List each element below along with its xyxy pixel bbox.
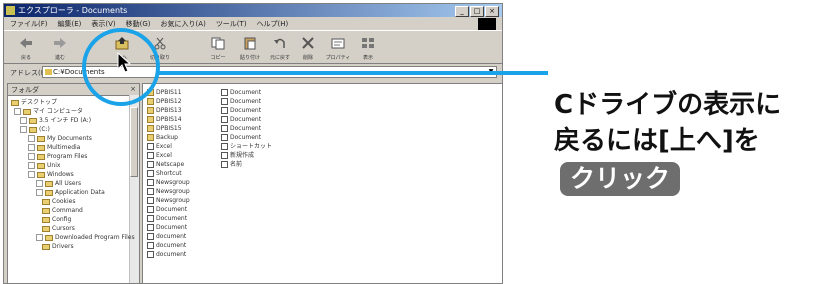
list-item[interactable]: Document xyxy=(221,97,261,106)
tree-item[interactable]: Windows xyxy=(28,170,74,179)
tree-item[interactable]: Application Data xyxy=(36,188,105,197)
list-item[interactable]: Excel xyxy=(147,142,172,151)
list-item[interactable]: Document xyxy=(221,115,261,124)
toolbar: 戻る 進む 上へ 切り取り コピー 貼り付け 元に戻す 削除 xyxy=(4,30,502,64)
delete-icon xyxy=(302,37,314,49)
app-icon xyxy=(6,6,15,15)
instruction-line-2: 戻るには[上へ]を xyxy=(554,126,760,156)
tree-item[interactable]: Unix xyxy=(28,161,60,170)
tree-item[interactable]: (C:) xyxy=(20,125,50,134)
instruction-text: Cドライブの表示に 戻るには[上へ]を クリック xyxy=(554,87,781,197)
list-item[interactable]: DPBIS13 xyxy=(147,106,182,115)
list-item[interactable]: DPBIS15 xyxy=(147,124,182,133)
tree-item[interactable]: Downloaded Program Files xyxy=(36,233,135,242)
list-item[interactable]: Excel xyxy=(147,151,172,160)
list-item[interactable]: 名前 xyxy=(221,160,242,169)
menu-help[interactable]: ヘルプ(H) xyxy=(257,19,289,29)
list-item[interactable]: DPBIS12 xyxy=(147,97,182,106)
callout-line xyxy=(156,71,548,75)
list-item[interactable]: Newsgroup xyxy=(147,196,190,205)
tree-item[interactable]: 3.5 インチ FD (A:) xyxy=(20,116,91,125)
tree-item[interactable]: Drivers xyxy=(42,242,74,251)
list-item[interactable]: Newsgroup xyxy=(147,178,190,187)
properties-button[interactable]: プロパティ xyxy=(324,34,352,62)
menu-file[interactable]: ファイル(F) xyxy=(10,19,48,29)
menu-bar: ファイル(F) 編集(E) 表示(V) 移動(G) お気に入り(A) ツール(T… xyxy=(4,17,502,30)
windows-logo-icon xyxy=(478,18,496,30)
tree-item[interactable]: マイ コンピュータ xyxy=(14,107,83,116)
paste-button[interactable]: 貼り付け xyxy=(236,34,264,62)
click-badge: クリック xyxy=(560,162,681,196)
list-item[interactable]: document xyxy=(147,241,186,250)
menu-tools[interactable]: ツール(T) xyxy=(216,19,247,29)
views-icon xyxy=(362,38,374,48)
copy-icon xyxy=(211,37,225,50)
back-button[interactable]: 戻る xyxy=(12,34,40,62)
back-arrow-icon xyxy=(20,38,32,48)
tree-item[interactable]: デスクトップ xyxy=(11,98,57,107)
copy-button[interactable]: コピー xyxy=(204,34,232,62)
mouse-cursor-icon xyxy=(117,52,132,73)
list-item[interactable]: 新規作成 xyxy=(221,151,254,160)
forward-button[interactable]: 進む xyxy=(46,34,74,62)
list-item[interactable]: Netscape xyxy=(147,160,184,169)
maximize-button[interactable]: □ xyxy=(470,6,484,17)
explorer-window: エクスプローラ - Documents _ □ × ファイル(F) 編集(E) … xyxy=(3,3,503,284)
list-item[interactable]: Newsgroup xyxy=(147,187,190,196)
list-item[interactable]: document xyxy=(147,232,186,241)
list-item[interactable]: Document xyxy=(147,223,187,232)
undo-icon xyxy=(274,38,285,48)
menu-go[interactable]: 移動(G) xyxy=(126,19,151,29)
tree-item[interactable]: Config xyxy=(42,215,71,224)
tree-scrollbar[interactable] xyxy=(129,95,139,283)
views-button[interactable]: 表示 xyxy=(354,34,382,62)
paste-icon xyxy=(244,37,256,50)
tree-item[interactable]: Cookies xyxy=(42,197,76,206)
folder-tree-pane: フォルダ × デスクトップ マイ コンピュータ 3.5 インチ FD (A:) … xyxy=(7,83,140,283)
close-button[interactable]: × xyxy=(485,6,499,17)
list-item[interactable]: Document xyxy=(147,205,187,214)
scrollbar-thumb[interactable] xyxy=(130,107,138,177)
tree-item[interactable]: My Documents xyxy=(28,134,92,143)
folder-icon xyxy=(45,69,52,75)
list-item[interactable]: Document xyxy=(221,106,261,115)
instruction-line-1: Cドライブの表示に xyxy=(554,90,782,120)
window-title: エクスプローラ - Documents xyxy=(18,6,128,15)
tree-item[interactable]: All Users xyxy=(36,179,81,188)
minimize-button[interactable]: _ xyxy=(455,6,469,17)
list-item[interactable]: Shortcut xyxy=(147,169,182,178)
tree-item[interactable]: Multimedia xyxy=(28,143,80,152)
forward-arrow-icon xyxy=(54,38,66,48)
list-item[interactable]: document xyxy=(147,250,186,259)
list-item[interactable]: Document xyxy=(221,88,261,97)
menu-edit[interactable]: 編集(E) xyxy=(58,19,82,29)
window-titlebar[interactable]: エクスプローラ - Documents _ □ × xyxy=(4,4,502,17)
list-item[interactable]: Document xyxy=(221,133,261,142)
file-list-pane: DPBIS11 DPBIS12 DPBIS13 DPBIS14 DPBIS15 … xyxy=(142,83,502,283)
list-item[interactable]: Backup xyxy=(147,133,178,142)
tree-item[interactable]: Cursors xyxy=(42,224,75,233)
delete-button[interactable]: 削除 xyxy=(294,34,322,62)
list-item[interactable]: ショートカット xyxy=(221,142,272,151)
undo-button[interactable]: 元に戻す xyxy=(266,34,294,62)
menu-view[interactable]: 表示(V) xyxy=(91,19,115,29)
list-item[interactable]: Document xyxy=(147,214,187,223)
list-item[interactable]: Document xyxy=(221,124,261,133)
list-item[interactable]: DPBIS14 xyxy=(147,115,182,124)
menu-favorites[interactable]: お気に入り(A) xyxy=(161,19,206,29)
properties-icon xyxy=(331,38,345,49)
tree-item[interactable]: Command xyxy=(42,206,83,215)
tree-item[interactable]: Program Files xyxy=(28,152,87,161)
